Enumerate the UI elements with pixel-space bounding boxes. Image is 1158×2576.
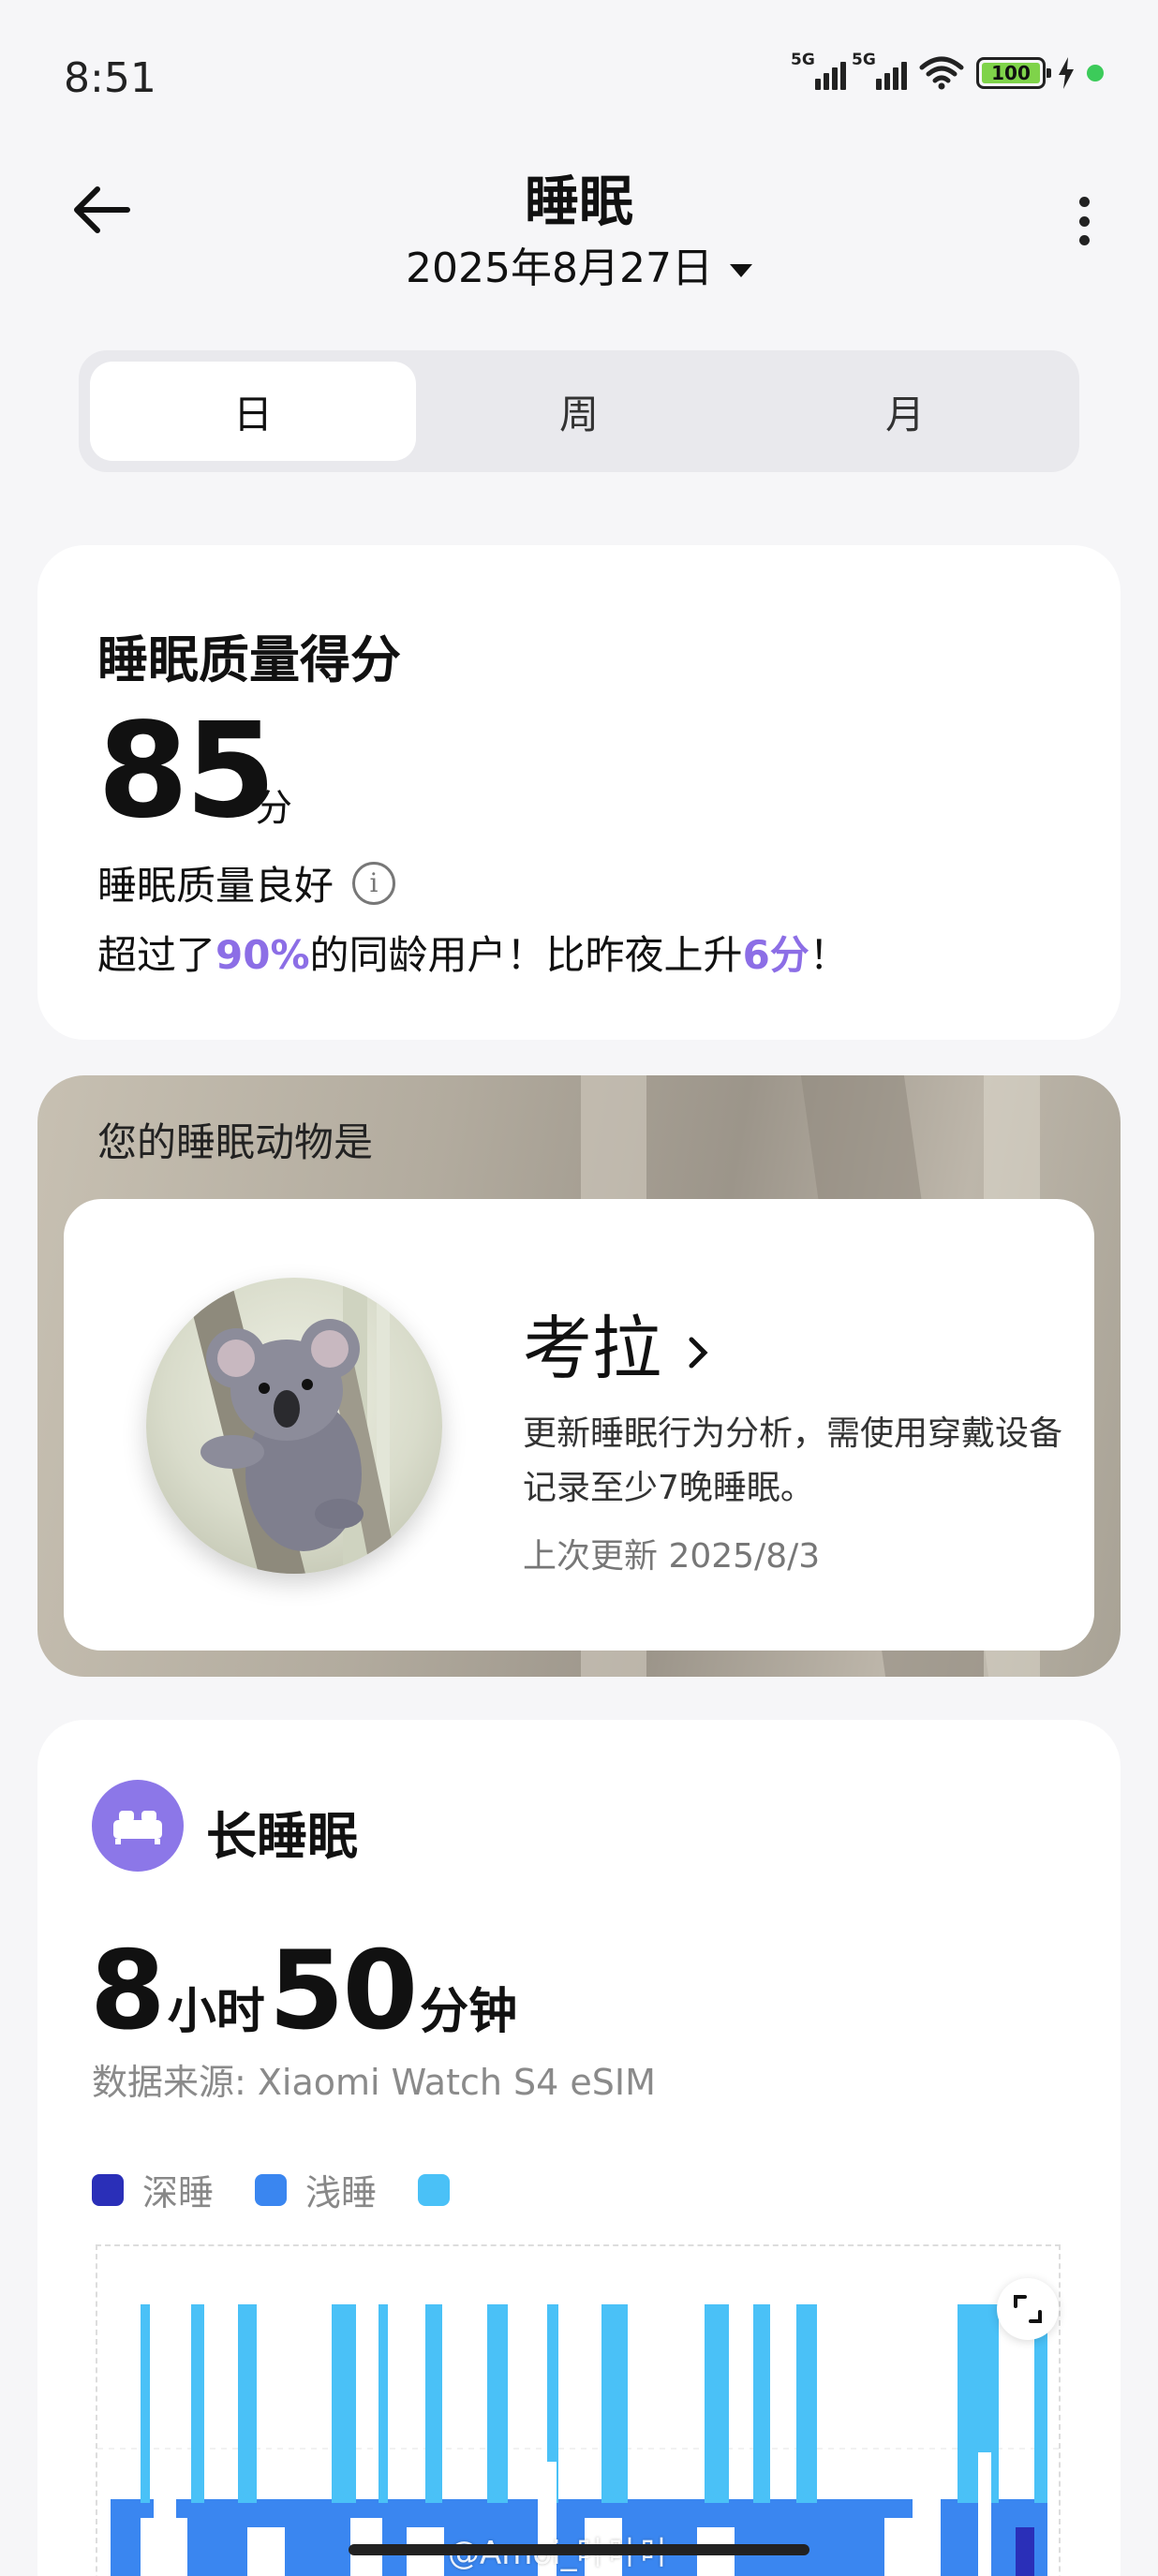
- expand-chart-button[interactable]: [997, 2278, 1059, 2340]
- date-selector[interactable]: 2025年8月27日: [0, 234, 1158, 294]
- battery-icon: 100: [976, 57, 1051, 89]
- signal-icon: 5G: [791, 51, 846, 90]
- sleep-stage-chart[interactable]: [96, 2244, 1062, 2576]
- quality-row: 睡眠质量良好 i: [97, 854, 396, 911]
- sleep-title: 长睡眠: [206, 1807, 358, 1866]
- privacy-indicator-dot: [1087, 65, 1104, 81]
- wifi-icon: [919, 56, 964, 90]
- chevron-right-icon: [689, 1337, 708, 1369]
- sleep-score-card[interactable]: 睡眠质量得分 85 分 睡眠质量良好 i 超过了90%的同龄用户！比昨夜上升6分…: [37, 545, 1121, 1040]
- sleep-animal-card[interactable]: 您的睡眠动物是 考拉 更新睡眠行为分析，需使用穿戴设备记录至少7晚睡眠。 上次更…: [37, 1075, 1121, 1677]
- tab-day[interactable]: 日: [90, 362, 416, 461]
- tab-week[interactable]: 周: [416, 362, 742, 461]
- long-sleep-card[interactable]: 长睡眠 8 小时 50 分钟 数据来源: Xiaomi Watch S4 eSIM 深…: [37, 1720, 1121, 2576]
- quality-label: 睡眠质量良好: [97, 863, 334, 909]
- data-source: 数据来源: Xiaomi Watch S4 eSIM: [92, 2062, 656, 2103]
- score-unit: 分: [255, 787, 292, 830]
- page-title: 睡眠: [524, 170, 633, 233]
- animal-label: 您的睡眠动物是: [97, 1119, 374, 1165]
- period-tabs: 日 周 月: [79, 350, 1079, 472]
- charging-icon: [1059, 57, 1074, 89]
- sleep-legend: 深睡 浅睡: [92, 2164, 468, 2215]
- comparison-text: 超过了90%的同龄用户！比昨夜上升6分！: [97, 932, 849, 978]
- caret-down-icon: [729, 264, 752, 277]
- status-time: 8:51: [64, 54, 156, 102]
- last-updated: 上次更新 2025/8/3: [523, 1537, 821, 1576]
- date-label: 2025年8月27日: [406, 244, 713, 292]
- animal-description: 更新睡眠行为分析，需使用穿戴设备记录至少7晚睡眠。: [523, 1414, 1063, 1507]
- score-title: 睡眠质量得分: [97, 630, 401, 689]
- percentile-value: 90%: [215, 932, 310, 978]
- tab-month[interactable]: 月: [742, 362, 1068, 461]
- more-options-icon[interactable]: [1079, 197, 1094, 245]
- score-value: 85: [97, 695, 276, 848]
- koala-illustration: [146, 1278, 442, 1574]
- sleep-duration: 8 小时 50 分钟: [90, 1928, 518, 2054]
- animal-name-link[interactable]: 考拉: [523, 1293, 712, 1393]
- signal-icon: 5G: [852, 51, 907, 90]
- expand-icon: [1014, 2295, 1042, 2323]
- legend-deep: 深睡: [92, 2164, 214, 2215]
- animal-panel[interactable]: 考拉 更新睡眠行为分析，需使用穿戴设备记录至少7晚睡眠。 上次更新 2025/8…: [64, 1199, 1094, 1651]
- bed-icon: [92, 1780, 184, 1872]
- home-indicator[interactable]: [349, 2544, 809, 2555]
- info-icon[interactable]: i: [352, 861, 396, 905]
- rise-value: 6分: [742, 932, 809, 978]
- status-icons: 5G 5G 100: [791, 51, 1104, 90]
- legend-light: 浅睡: [255, 2164, 377, 2215]
- legend-rem: [418, 2164, 468, 2215]
